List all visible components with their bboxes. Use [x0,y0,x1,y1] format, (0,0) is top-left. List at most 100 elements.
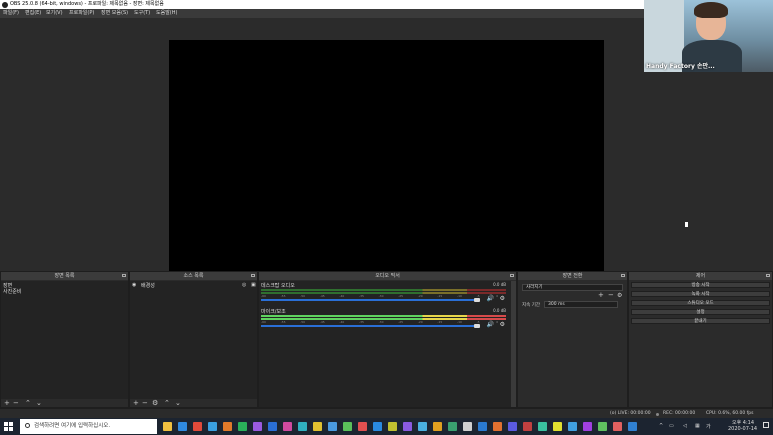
taskbar-clock-time[interactable]: 오후 4:14 [732,419,754,426]
taskbar-app-icon[interactable] [223,422,232,431]
volume-icon[interactable]: ◁ [683,423,687,429]
remove-scene-icon[interactable]: − [13,399,19,407]
menu-help[interactable]: 도움말(H) [156,9,177,18]
taskbar-app-icon[interactable] [163,422,172,431]
taskbar-search-box[interactable]: 검색하려면 여기에 입력하십시오. [20,419,157,434]
taskbar-app-icon[interactable] [328,422,337,431]
audio-mixer-title: 오디오 믹서 [375,273,400,279]
meter-tick-label: -5 [476,320,480,324]
taskbar-app-icon[interactable] [508,422,517,431]
keyboard-icon[interactable]: ▦ [695,423,700,429]
taskbar-clock-date[interactable]: 2020-07-14 [728,426,757,432]
network-icon[interactable]: ▭ [669,423,674,429]
mixer-undock-icon[interactable] [510,274,514,277]
add-source-icon[interactable]: + [133,399,139,407]
taskbar-app-icon[interactable] [478,422,487,431]
mouse-cursor [685,222,688,227]
sources-dock-header: 소스 목록 [130,272,257,280]
start-recording-button[interactable]: 녹화 시작 [631,291,770,297]
taskbar-app-icon[interactable] [283,422,292,431]
taskbar-app-icon[interactable] [388,422,397,431]
transitions-undock-icon[interactable] [621,274,625,277]
transition-properties-gear-icon[interactable]: ⚙ [617,292,622,299]
controls-undock-icon[interactable] [766,274,770,277]
start-streaming-button[interactable]: 방송 시작 [631,282,770,288]
meter-tick-label: -20 [417,320,423,324]
menu-scene-collection[interactable]: 장면 모음(S) [101,9,128,18]
lock-icon[interactable]: ▣ [251,282,256,288]
add-scene-icon[interactable]: + [4,399,10,407]
meter-tick-label: -55 [280,320,286,324]
preview-canvas[interactable] [169,40,604,284]
move-down-icon[interactable]: ⌄ [175,399,181,407]
menu-profile[interactable]: 프로파일(P) [69,9,94,18]
taskbar-app-icon[interactable] [373,422,382,431]
taskbar-app-icon[interactable] [448,422,457,431]
studio-mode-button[interactable]: 스튜디오 모드 [631,300,770,306]
taskbar-app-icon[interactable] [193,422,202,431]
scene-item[interactable]: 사진준비 [3,288,21,295]
windows-start-icon[interactable] [4,422,13,431]
taskbar-app-icon[interactable] [238,422,247,431]
taskbar-app-icon[interactable] [568,422,577,431]
meter-tick-label: -55 [280,294,286,298]
taskbar-app-icon[interactable] [598,422,607,431]
taskbar-app-icon[interactable] [433,422,442,431]
taskbar-app-icon[interactable] [358,422,367,431]
controls-title: 제어 [695,273,706,279]
taskbar-app-icon[interactable] [313,422,322,431]
meter-tick-label: -10 [457,320,462,324]
taskbar-app-icon[interactable] [268,422,277,431]
duration-input[interactable]: 300 ms [544,301,618,308]
remove-transition-icon[interactable]: − [608,291,614,299]
level-meter-active [261,315,506,317]
add-transition-icon[interactable]: + [598,291,604,299]
mixer-scrollbar[interactable] [511,281,516,407]
menu-view[interactable]: 보기(V) [46,9,63,18]
taskbar-app-icon[interactable] [208,422,217,431]
menu-edit[interactable]: 편집(E) [25,9,41,18]
volume-slider[interactable] [261,299,478,301]
move-up-icon[interactable]: ⌃ [25,399,31,407]
tray-chevron-up-icon[interactable]: ^ [659,423,663,429]
scenes-undock-icon[interactable] [122,274,126,277]
move-down-icon[interactable]: ⌄ [36,399,42,407]
exit-button[interactable]: 끝내기 [631,318,770,324]
ime-icon[interactable]: 가 [706,423,711,430]
visibility-eye-icon[interactable]: ◎ [242,282,246,288]
obs-app-icon [2,1,8,8]
taskbar-app-icon[interactable] [628,422,637,431]
scenes-dock-footer: + − ⌃ ⌄ [1,399,128,407]
taskbar-app-icon[interactable] [253,422,262,431]
source-type-icon: ◉ [132,282,137,288]
transition-select[interactable]: 사라지기 [522,284,623,291]
taskbar-app-icon[interactable] [523,422,532,431]
menu-file[interactable]: 파일(F) [3,9,19,18]
taskbar-app-icon[interactable] [613,422,622,431]
taskbar-app-icon[interactable] [583,422,592,431]
source-item[interactable]: 배경성 [141,282,155,289]
taskbar-app-icon[interactable] [298,422,307,431]
taskbar-app-icon[interactable] [403,422,412,431]
notification-icon[interactable] [763,422,769,428]
taskbar-app-icon[interactable] [538,422,547,431]
remove-source-icon[interactable]: − [142,399,148,407]
taskbar-app-icon[interactable] [178,422,187,431]
sources-undock-icon[interactable] [251,274,255,277]
volume-slider[interactable] [261,325,478,327]
taskbar-app-icon[interactable] [463,422,472,431]
meter-tick-label: 0 [496,294,499,298]
volume-slider-handle[interactable] [474,298,480,302]
meter-tick-label: -15 [437,294,443,298]
menu-tools[interactable]: 도구(T) [134,9,150,18]
taskbar-app-icon[interactable] [553,422,562,431]
level-meter [261,289,506,291]
move-up-icon[interactable]: ⌃ [164,399,170,407]
taskbar-app-icon[interactable] [418,422,427,431]
taskbar-app-icon[interactable] [343,422,352,431]
meter-tick-label: -25 [398,294,404,298]
taskbar-app-icon[interactable] [493,422,502,431]
settings-button[interactable]: 설정 [631,309,770,315]
source-properties-gear-icon[interactable]: ⚙ [152,399,158,407]
volume-slider-handle[interactable] [474,324,480,328]
